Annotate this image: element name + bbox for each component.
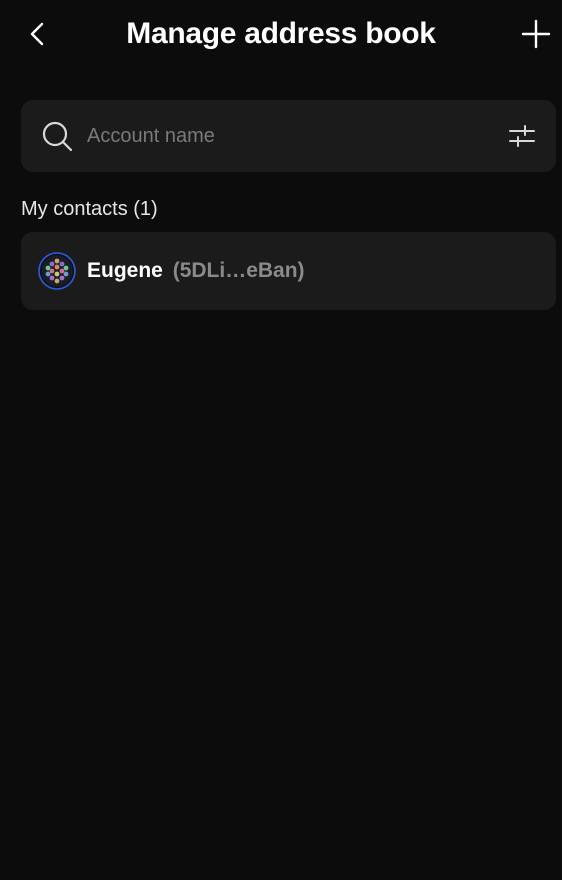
search-input[interactable] <box>87 118 477 154</box>
filter-sliders-icon <box>509 125 535 147</box>
contact-list-item[interactable]: Eugene (5DLi…eBan) <box>21 232 556 310</box>
page-title: Manage address book <box>126 17 436 50</box>
identicon-avatar <box>38 252 76 290</box>
contacts-section-label: My contacts (1) <box>21 198 158 220</box>
add-contact-button[interactable] <box>516 14 556 54</box>
contact-text: Eugene (5DLi…eBan) <box>87 257 305 285</box>
filter-button[interactable] <box>508 122 536 150</box>
contact-address: (5DLi…eBan) <box>172 259 305 282</box>
header: Manage address book <box>0 0 562 70</box>
plus-icon <box>521 19 551 49</box>
contact-name: Eugene <box>87 259 163 282</box>
search-bar <box>21 100 556 172</box>
search-icon <box>42 121 73 152</box>
